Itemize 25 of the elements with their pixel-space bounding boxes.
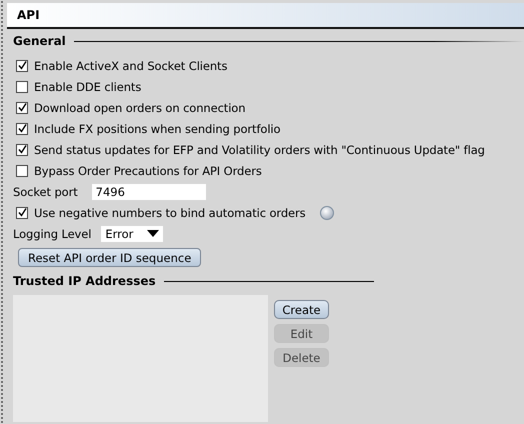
checkbox[interactable] — [16, 122, 28, 134]
panel-title: API — [7, 3, 524, 29]
input-field[interactable]: 7496 — [92, 184, 206, 200]
section-heading: Trusted IP Addresses — [13, 274, 156, 288]
checkbox[interactable] — [16, 144, 28, 156]
checkbox[interactable] — [16, 60, 28, 72]
checkbox[interactable] — [16, 206, 28, 218]
caret-icon — [147, 230, 160, 237]
field-label: Logging Level — [13, 226, 92, 240]
dropdown[interactable]: Error — [101, 226, 164, 242]
checkbox-label: Send status updates for EFP and Volatility orders with "Continuous Update" flag — [34, 142, 485, 156]
help-icon[interactable] — [320, 206, 334, 220]
field-label: Socket port — [13, 184, 78, 198]
checkbox[interactable] — [16, 80, 28, 92]
checkbox[interactable] — [16, 102, 28, 114]
checkbox-label: Download open orders on connection — [34, 100, 246, 114]
checkbox-label: Enable ActiveX and Socket Clients — [34, 58, 228, 72]
checkbox-label: Enable DDE clients — [34, 80, 142, 94]
checkbox-label: Bypass Order Precautions for API Orders — [34, 164, 262, 178]
checkbox-label: Use negative numbers to bind automatic orders — [34, 206, 306, 220]
section-heading: General — [13, 34, 66, 48]
checkbox[interactable] — [16, 164, 28, 176]
checkbox-label: Include FX positions when sending portfolio — [34, 122, 280, 136]
reset-button[interactable]: Reset API order ID sequence — [18, 248, 202, 267]
list-button[interactable]: Create — [274, 300, 329, 319]
